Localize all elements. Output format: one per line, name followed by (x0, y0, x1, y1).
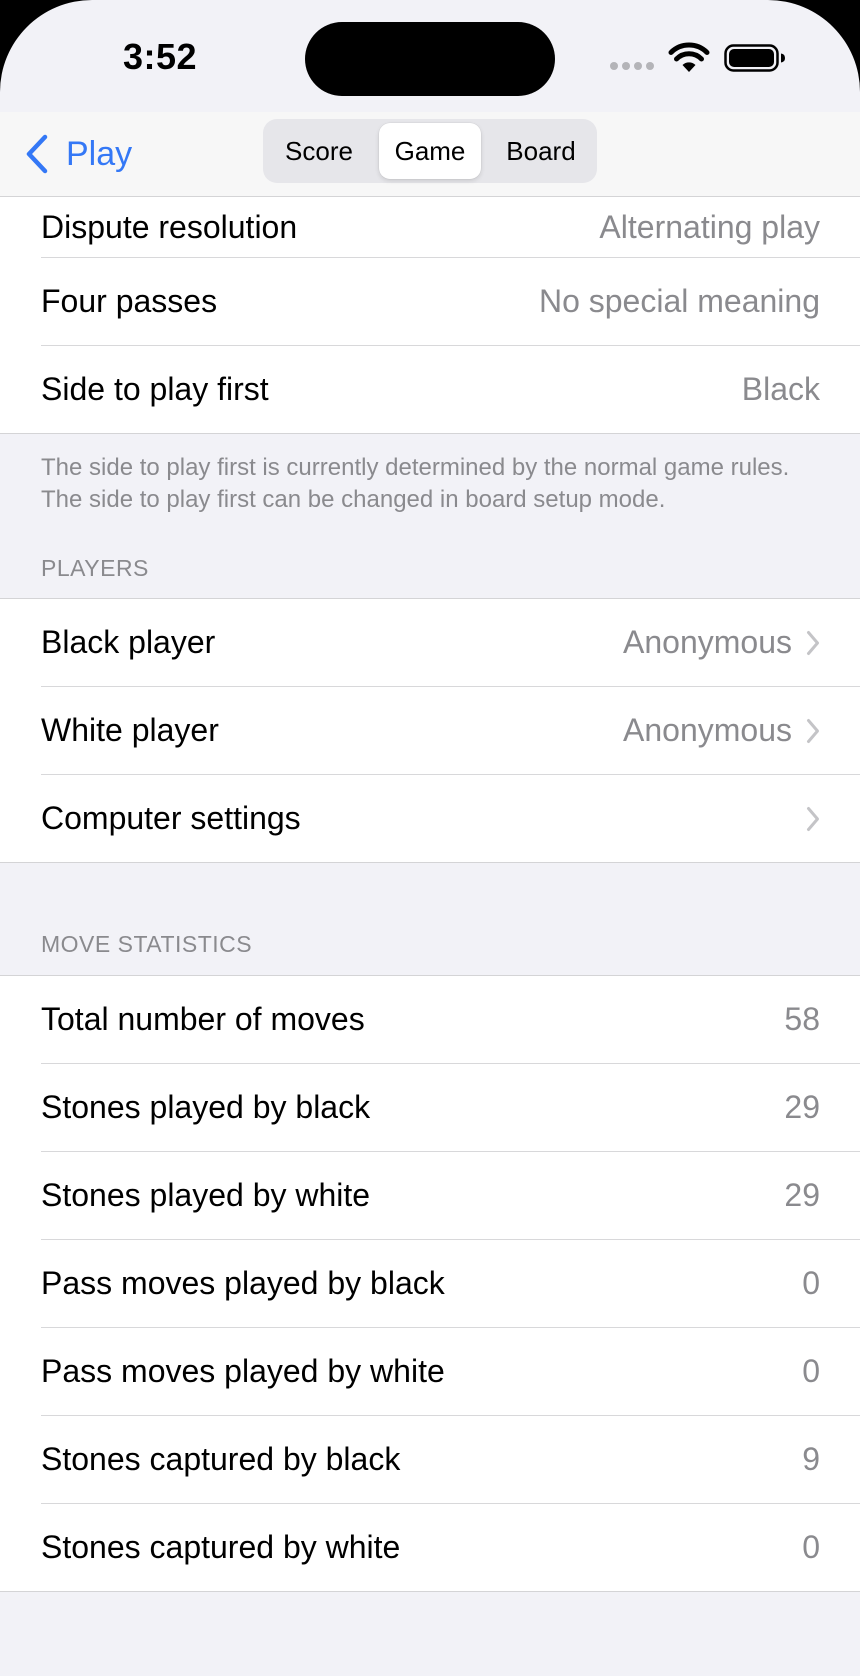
row-label: Stones played by white (41, 1177, 371, 1213)
row-value: Anonymous (623, 624, 792, 660)
segment-board[interactable]: Board (489, 123, 593, 179)
row-label: Stones captured by black (41, 1441, 401, 1477)
move-statistics-group: Total number of moves 58 Stones played b… (0, 975, 860, 1592)
row-label: Four passes (41, 283, 218, 319)
move-statistics-section-header: MOVE STATISTICS (41, 931, 253, 957)
row-value: 0 (802, 1265, 820, 1301)
row-value: Anonymous (623, 712, 792, 748)
chevron-right-icon (807, 806, 819, 831)
players-section-header: PLAYERS (41, 555, 149, 581)
dynamic-island (305, 22, 555, 96)
rules-group: Dispute resolution Alternating play Four… (0, 197, 860, 434)
row-label: Pass moves played by white (41, 1353, 445, 1389)
segmented-control: Score Game Board (263, 119, 597, 183)
row-label: Pass moves played by black (41, 1265, 445, 1301)
battery-icon (724, 44, 785, 72)
status-time: 3:52 (123, 36, 198, 77)
row-dispute-resolution[interactable]: Dispute resolution Alternating play (41, 197, 860, 258)
row-label: Stones played by black (41, 1089, 371, 1125)
row-black-player[interactable]: Black player Anonymous (41, 599, 860, 687)
row-value: 58 (784, 1001, 820, 1037)
side-to-play-footer: The side to play first is currently dete… (41, 454, 790, 513)
row-label: Black player (41, 624, 216, 660)
chevron-left-icon (26, 134, 48, 174)
row-computer-settings[interactable]: Computer settings (41, 775, 860, 862)
row-pass-moves-black: Pass moves played by black 0 (41, 1240, 860, 1328)
chevron-right-icon (807, 630, 819, 655)
row-side-to-play-first[interactable]: Side to play first Black (41, 346, 860, 433)
players-group: Black player Anonymous White player Anon… (0, 598, 860, 863)
row-white-player[interactable]: White player Anonymous (41, 687, 860, 775)
row-value: No special meaning (538, 283, 820, 319)
back-button-label: Play (66, 134, 133, 173)
row-label: Side to play first (41, 371, 269, 407)
row-label: White player (41, 712, 219, 748)
segment-game[interactable]: Game (379, 123, 481, 179)
row-value: Black (741, 371, 820, 407)
chevron-right-icon (807, 718, 819, 743)
row-total-moves: Total number of moves 58 (41, 976, 860, 1064)
settings-list: Dispute resolution Alternating play Four… (0, 197, 860, 1592)
phone-screen: 3:52 Play Score Game Board Dispute resol… (0, 0, 860, 1676)
row-stones-captured-white: Stones captured by white 0 (41, 1504, 860, 1591)
row-value: 0 (802, 1353, 820, 1389)
row-label: Computer settings (41, 800, 301, 836)
cellular-dots-icon (610, 62, 656, 72)
row-value: 29 (784, 1177, 820, 1213)
row-value: 9 (802, 1441, 820, 1477)
row-stones-captured-black: Stones captured by black 9 (41, 1416, 860, 1504)
row-stones-played-white: Stones played by white 29 (41, 1152, 860, 1240)
segment-score[interactable]: Score (267, 123, 371, 179)
row-pass-moves-white: Pass moves played by white 0 (41, 1328, 860, 1416)
row-value: 0 (802, 1529, 820, 1565)
status-bar: 3:52 (0, 0, 860, 112)
row-label: Stones captured by white (41, 1529, 401, 1565)
row-label: Dispute resolution (41, 208, 298, 245)
navigation-bar: Play Score Game Board (0, 112, 860, 197)
row-four-passes[interactable]: Four passes No special meaning (41, 258, 860, 346)
row-label: Total number of moves (41, 1001, 365, 1037)
row-stones-played-black: Stones played by black 29 (41, 1064, 860, 1152)
row-value: 29 (784, 1089, 820, 1125)
wifi-icon (668, 42, 710, 72)
back-button[interactable]: Play (24, 130, 132, 178)
row-value: Alternating play (599, 208, 820, 245)
